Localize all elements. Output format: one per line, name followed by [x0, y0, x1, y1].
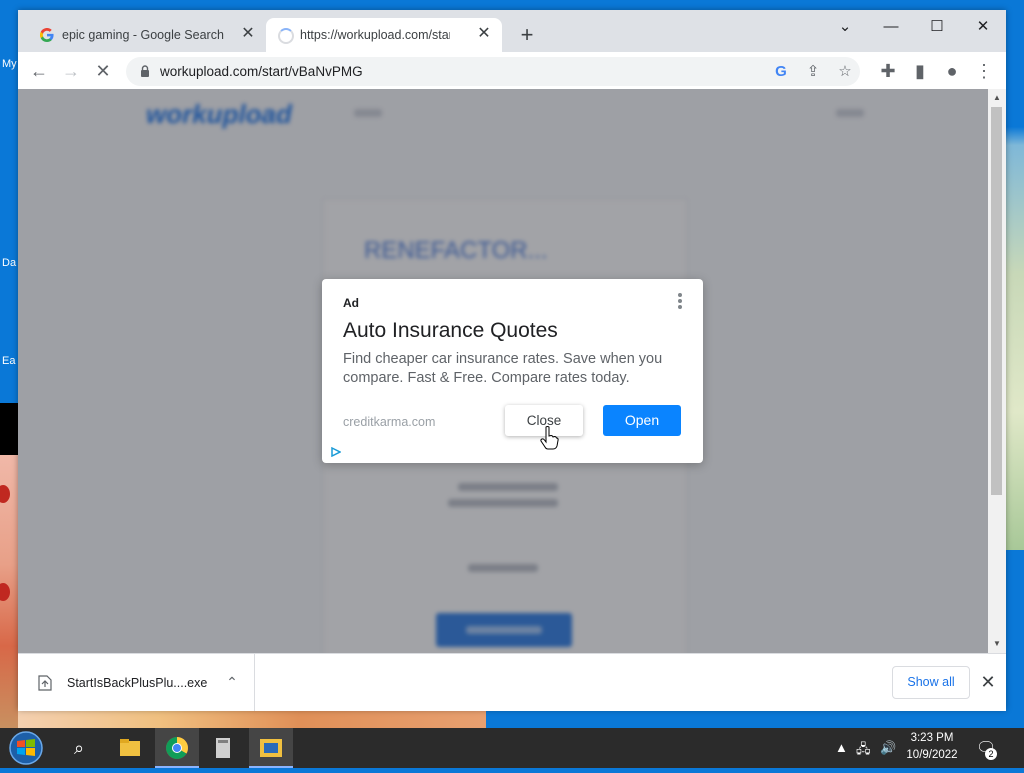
scroll-down-icon[interactable]: ▼ — [992, 639, 1002, 649]
tab-workupload[interactable]: https://workupload.com/start/vBaNvPMG ✕ — [266, 18, 502, 52]
scroll-up-icon[interactable]: ▲ — [992, 93, 1002, 103]
lock-icon[interactable] — [140, 65, 150, 77]
tab-search-icon[interactable]: ⌄ — [830, 16, 860, 38]
show-all-button[interactable]: Show all — [892, 666, 970, 699]
bookmark-star-icon[interactable]: ☆ — [834, 61, 856, 83]
wallpaper-strip — [0, 403, 18, 455]
network-icon[interactable]: 🖧 — [856, 740, 871, 762]
file-explorer-icon[interactable] — [108, 728, 152, 768]
tab-close-icon[interactable]: ✕ — [476, 26, 492, 42]
tab-title: epic gaming - Google Search — [62, 28, 224, 42]
windows-logo-icon — [9, 731, 43, 765]
loading-spinner-icon — [278, 28, 294, 44]
ad-description[interactable]: Find cheaper car insurance rates. Save w… — [343, 350, 683, 388]
download-file-name: StartIsBackPlusPlu....exe — [67, 676, 208, 690]
page-viewport: workupload RENEFACTOR... Ad Auto Insuran… — [18, 89, 1006, 653]
clock-time[interactable]: 3:23 PM — [902, 732, 962, 744]
ad-title[interactable]: Auto Insurance Quotes — [343, 319, 558, 343]
taskbar: ⌕ ▲ 🖧 🔊 3:23 PM 10/9/2022 🗨 2 — [0, 728, 1024, 768]
page-scrollbar[interactable]: ▲ ▼ — [988, 89, 1006, 653]
adchoices-icon[interactable] — [331, 447, 341, 457]
start-button[interactable] — [6, 728, 46, 768]
hand-cursor-icon — [540, 426, 559, 450]
clock-date[interactable]: 10/9/2022 — [902, 749, 962, 761]
download-item[interactable]: StartIsBackPlusPlu....exe ⌃ — [18, 654, 255, 711]
extensions-icon[interactable]: ✚ — [875, 58, 901, 84]
menu-dots-icon[interactable]: ⋮ — [971, 58, 997, 84]
google-lens-icon[interactable]: G — [770, 61, 792, 83]
interstitial-ad: Ad Auto Insurance Quotes Find cheaper ca… — [322, 279, 703, 463]
close-download-bar-icon[interactable]: ✕ — [978, 672, 998, 692]
wallpaper-flowers — [0, 455, 18, 728]
ad-options-icon[interactable] — [674, 293, 686, 313]
tab-title: https://workupload.com/start/vBaNvPMG — [300, 28, 450, 42]
desktop-icon-label[interactable]: Da — [2, 257, 16, 269]
search-icon[interactable]: ⌕ — [62, 728, 96, 768]
tab-strip: epic gaming - Google Search ✕ https://wo… — [18, 10, 1006, 52]
share-icon[interactable]: ⇪ — [802, 61, 824, 83]
stop-loading-button[interactable]: ✕ — [90, 58, 116, 84]
browser-window: epic gaming - Google Search ✕ https://wo… — [18, 10, 1006, 711]
download-bar: StartIsBackPlusPlu....exe ⌃ Show all ✕ — [18, 653, 1006, 711]
minimize-button[interactable]: — — [876, 16, 906, 38]
url-text: workupload.com/start/vBaNvPMG — [160, 64, 363, 79]
profile-avatar-icon[interactable]: ● — [939, 58, 965, 84]
desktop-icon-label[interactable]: Ea — [2, 355, 15, 367]
file-icon — [38, 675, 52, 691]
back-button[interactable]: ← — [26, 58, 52, 84]
chevron-up-icon[interactable]: ⌃ — [224, 674, 240, 690]
ad-open-button[interactable]: Open — [603, 405, 681, 436]
window-app-icon[interactable] — [249, 728, 293, 768]
volume-icon[interactable]: 🔊 — [880, 740, 896, 756]
desktop-icon-label[interactable]: My — [2, 58, 17, 70]
forward-button[interactable]: → — [58, 58, 84, 84]
tab-close-icon[interactable]: ✕ — [240, 26, 256, 42]
maximize-button[interactable]: ☐ — [922, 16, 952, 38]
tab-google-search[interactable]: epic gaming - Google Search ✕ — [28, 18, 266, 52]
address-bar[interactable]: workupload.com/start/vBaNvPMG G ⇪ ☆ — [126, 57, 860, 86]
archive-app-icon[interactable] — [202, 728, 246, 768]
ad-label: Ad — [343, 296, 359, 310]
notification-count-badge: 2 — [985, 748, 997, 760]
chrome-icon[interactable] — [155, 728, 199, 768]
wallpaper-bottom — [18, 710, 486, 728]
ad-domain[interactable]: creditkarma.com — [343, 415, 435, 429]
google-icon — [40, 28, 54, 42]
browser-toolbar: ← → ✕ workupload.com/start/vBaNvPMG G ⇪ … — [18, 52, 1006, 89]
new-tab-button[interactable]: + — [516, 24, 538, 46]
side-panel-icon[interactable]: ▮ — [907, 58, 933, 84]
show-hidden-icons-icon[interactable]: ▲ — [835, 740, 848, 755]
close-window-button[interactable]: ✕ — [968, 16, 998, 38]
scroll-thumb[interactable] — [991, 107, 1002, 495]
wallpaper-right — [1006, 90, 1024, 550]
